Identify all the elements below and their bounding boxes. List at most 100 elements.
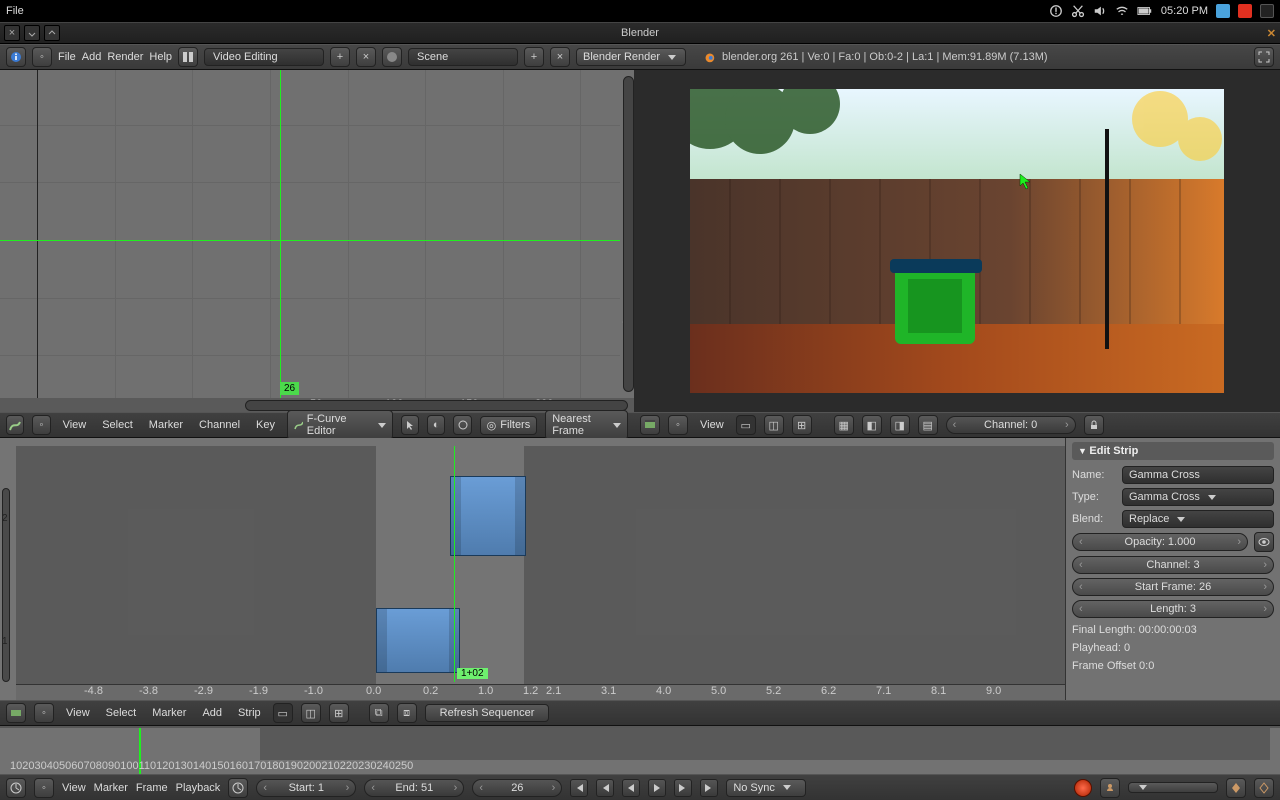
normalize-toggle-icon[interactable]: ◐ bbox=[427, 415, 445, 435]
file-menu[interactable]: File bbox=[58, 51, 76, 63]
graph-mode-dropdown[interactable]: F-Curve Editor bbox=[287, 410, 393, 440]
battery-icon[interactable] bbox=[1137, 5, 1153, 17]
opacity-eye-icon[interactable] bbox=[1254, 532, 1274, 552]
jump-next-key-icon[interactable] bbox=[674, 779, 692, 797]
collapse-seq-menus-icon[interactable]: ◦ bbox=[34, 703, 54, 723]
graph-scrollbar-v[interactable] bbox=[623, 76, 634, 392]
graph-select-menu[interactable]: Select bbox=[98, 417, 137, 433]
render-engine-dropdown[interactable]: Blender Render bbox=[576, 48, 686, 66]
tl-frame-menu[interactable]: Frame bbox=[136, 782, 168, 794]
tray-app-2-icon[interactable] bbox=[1260, 4, 1274, 18]
window-close-button[interactable]: × bbox=[4, 25, 20, 41]
screen-layout-dropdown[interactable]: Video Editing bbox=[204, 48, 324, 66]
seqprev-view-menu[interactable]: View bbox=[696, 417, 728, 433]
seq-strip-menu[interactable]: Strip bbox=[234, 705, 265, 721]
notifications-icon[interactable] bbox=[1049, 4, 1063, 18]
preview-channel-field[interactable]: Channel: 0 bbox=[946, 416, 1076, 434]
seq-display-seq-icon[interactable]: ▭ bbox=[273, 703, 293, 723]
collapse-seqprev-menus-icon[interactable]: ◦ bbox=[668, 415, 688, 435]
os-file-menu[interactable]: File bbox=[6, 5, 24, 17]
keying-set-icon[interactable] bbox=[1100, 778, 1120, 798]
channel-field[interactable]: Channel: 3 bbox=[1072, 556, 1274, 574]
lock-preview-icon[interactable] bbox=[1084, 415, 1104, 435]
tl-view-menu[interactable]: View bbox=[62, 782, 86, 794]
add-menu[interactable]: Add bbox=[82, 51, 102, 63]
jump-end-icon[interactable] bbox=[700, 779, 718, 797]
editor-type-seq-icon[interactable] bbox=[640, 415, 660, 435]
graph-marker-menu[interactable]: Marker bbox=[145, 417, 187, 433]
tl-marker-menu[interactable]: Marker bbox=[94, 782, 128, 794]
screen-add-button[interactable]: + bbox=[330, 47, 350, 67]
opacity-field[interactable]: Opacity: 1.000 bbox=[1072, 533, 1248, 551]
scene-delete-button[interactable]: × bbox=[550, 47, 570, 67]
seq-mode-sequencer-icon[interactable]: ▭ bbox=[736, 415, 756, 435]
help-menu[interactable]: Help bbox=[149, 51, 172, 63]
use-preview-range-icon[interactable] bbox=[228, 778, 248, 798]
seq-snap-icon[interactable]: ⧉ bbox=[369, 703, 389, 723]
seq-mode-preview-icon[interactable]: ◫ bbox=[764, 415, 784, 435]
screen-browse-icon[interactable] bbox=[178, 47, 198, 67]
strip-type-dropdown[interactable]: Gamma Cross bbox=[1122, 488, 1274, 506]
seq-marker-menu[interactable]: Marker bbox=[148, 705, 190, 721]
jump-start-icon[interactable] bbox=[570, 779, 588, 797]
strip-blend-dropdown[interactable]: Replace bbox=[1122, 510, 1274, 528]
cursor-tool-icon[interactable] bbox=[401, 415, 419, 435]
insert-keyframe-icon[interactable] bbox=[1226, 778, 1246, 798]
render-menu[interactable]: Render bbox=[107, 51, 143, 63]
length-field[interactable]: Length: 3 bbox=[1072, 600, 1274, 618]
seq-playhead[interactable] bbox=[454, 446, 455, 682]
timeline-ruler[interactable]: 1020304050607080901001101201301401501601… bbox=[10, 760, 1270, 774]
window-min-button[interactable] bbox=[24, 25, 40, 41]
play-reverse-icon[interactable] bbox=[622, 779, 640, 797]
ghost-curves-icon[interactable] bbox=[453, 415, 471, 435]
editor-type-timeline-icon[interactable] bbox=[6, 778, 26, 798]
strip-name-field[interactable]: Gamma Cross bbox=[1122, 466, 1274, 484]
scene-add-button[interactable]: + bbox=[524, 47, 544, 67]
play-icon[interactable] bbox=[648, 779, 666, 797]
preview-panel[interactable] bbox=[634, 70, 1280, 412]
wifi-icon[interactable] bbox=[1115, 4, 1129, 18]
tl-playback-menu[interactable]: Playback bbox=[176, 782, 221, 794]
strip-lower[interactable] bbox=[376, 608, 460, 673]
scene-browse-icon[interactable] bbox=[382, 47, 402, 67]
seq-view-menu[interactable]: View bbox=[62, 705, 94, 721]
seq-mode-both-icon[interactable]: ⊞ bbox=[792, 415, 812, 435]
graph-view-menu[interactable]: View bbox=[59, 417, 91, 433]
seq-display-both-icon[interactable]: ⊞ bbox=[329, 703, 349, 723]
end-frame-field[interactable]: End: 51 bbox=[364, 779, 464, 797]
display-image-icon[interactable]: ▦ bbox=[834, 415, 854, 435]
volume-icon[interactable] bbox=[1093, 4, 1107, 18]
collapse-tl-menus-icon[interactable]: ◦ bbox=[34, 778, 54, 798]
window-x-icon[interactable]: ✕ bbox=[1267, 27, 1276, 40]
refresh-sequencer-button[interactable]: Refresh Sequencer bbox=[425, 704, 550, 722]
timeline-editor[interactable]: 1020304050607080901001101201301401501601… bbox=[0, 728, 1280, 774]
strip-gamma-cross[interactable] bbox=[450, 476, 526, 556]
start-frame-field[interactable]: Start: 1 bbox=[256, 779, 356, 797]
window-max-button[interactable] bbox=[44, 25, 60, 41]
graph-editor[interactable]: 26 5 0 -5 50 100 150 200 bbox=[0, 70, 634, 412]
tray-power-icon[interactable] bbox=[1238, 4, 1252, 18]
current-frame-field[interactable]: 26 bbox=[472, 779, 562, 797]
graph-playhead[interactable] bbox=[280, 70, 281, 412]
scene-name-field[interactable]: Scene bbox=[408, 48, 518, 66]
autokey-record-icon[interactable] bbox=[1074, 779, 1092, 797]
display-histogram-icon[interactable]: ▤ bbox=[918, 415, 938, 435]
fullscreen-toggle-icon[interactable] bbox=[1254, 47, 1274, 67]
graph-channel-menu[interactable]: Channel bbox=[195, 417, 244, 433]
seq-display-img-icon[interactable]: ◫ bbox=[301, 703, 321, 723]
edit-strip-panel-header[interactable]: Edit Strip bbox=[1072, 442, 1274, 460]
snap-dropdown[interactable]: Nearest Frame bbox=[545, 410, 628, 440]
seq-add-menu[interactable]: Add bbox=[198, 705, 226, 721]
start-frame-field[interactable]: Start Frame: 26 bbox=[1072, 578, 1274, 596]
scissors-icon[interactable] bbox=[1071, 4, 1085, 18]
graph-key-menu[interactable]: Key bbox=[252, 417, 279, 433]
collapse-menus-icon[interactable]: ◦ bbox=[32, 47, 52, 67]
display-luma-icon[interactable]: ◧ bbox=[862, 415, 882, 435]
filters-toggle[interactable]: ◎ Filters bbox=[480, 416, 538, 435]
delete-keyframe-icon[interactable] bbox=[1254, 778, 1274, 798]
screen-delete-button[interactable]: × bbox=[356, 47, 376, 67]
keying-set-dropdown[interactable] bbox=[1128, 782, 1218, 793]
sync-mode-dropdown[interactable]: No Sync bbox=[726, 779, 806, 797]
display-chroma-icon[interactable]: ◨ bbox=[890, 415, 910, 435]
tray-app-1-icon[interactable] bbox=[1216, 4, 1230, 18]
